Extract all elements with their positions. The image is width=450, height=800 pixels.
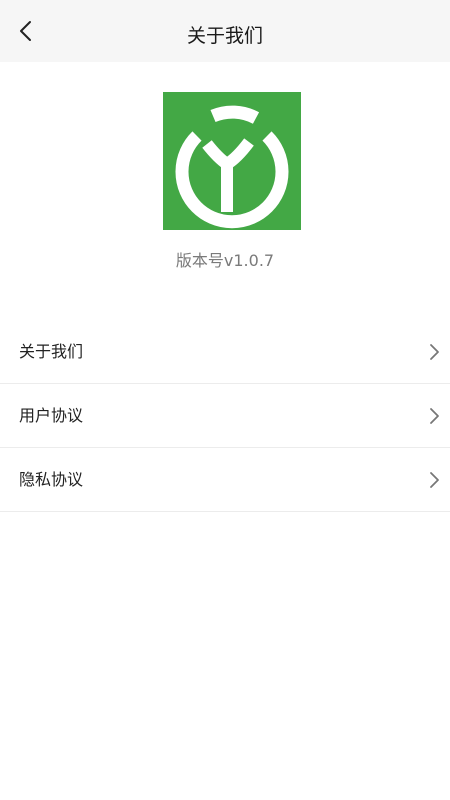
chevron-right-icon <box>430 472 439 488</box>
chevron-left-icon <box>20 21 31 41</box>
chevron-right-icon <box>430 344 439 360</box>
back-button[interactable] <box>6 11 46 51</box>
app-logo <box>163 92 301 230</box>
menu-item-label: 关于我们 <box>19 342 84 361</box>
chevron-right-icon <box>430 408 439 424</box>
top-bar: 关于我们 <box>0 0 450 62</box>
version-label: 版本号v1.0.7 <box>175 251 275 270</box>
menu-item-privacy-policy[interactable]: 隐私协议 <box>0 448 450 512</box>
page-title: 关于我们 <box>186 25 263 47</box>
menu-item-label: 隐私协议 <box>19 470 84 489</box>
menu-list: 关于我们 用户协议 隐私协议 <box>0 320 450 512</box>
menu-item-user-agreement[interactable]: 用户协议 <box>0 384 450 448</box>
about-page: 关于我们 版本号v1.0.7 关于我们 用户协议 隐私协议 <box>0 0 450 800</box>
menu-item-about-us[interactable]: 关于我们 <box>0 320 450 384</box>
menu-item-label: 用户协议 <box>19 406 84 425</box>
